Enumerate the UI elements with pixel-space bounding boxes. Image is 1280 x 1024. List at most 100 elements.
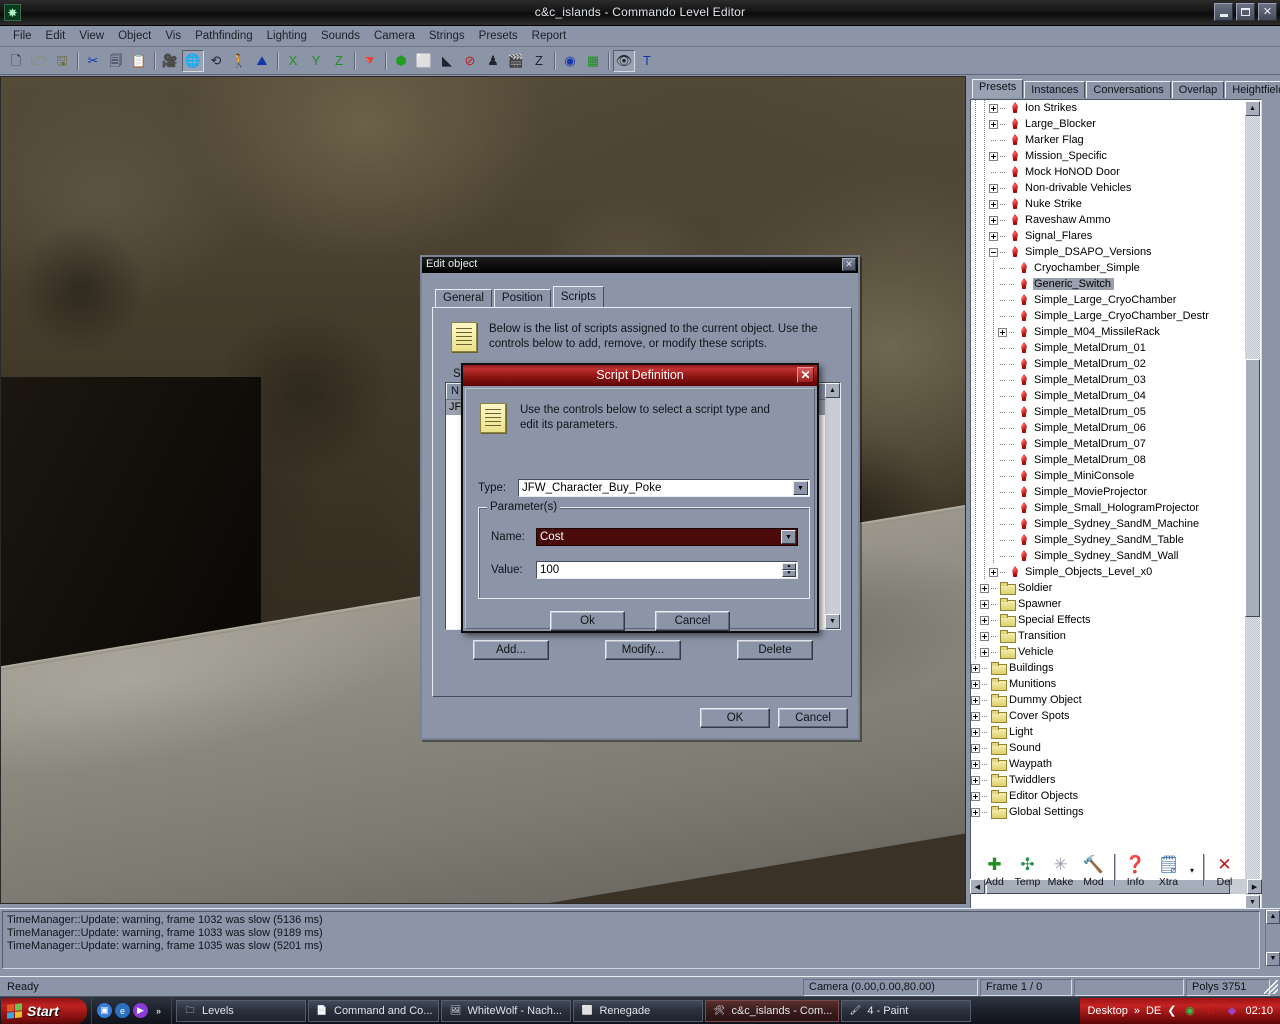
tree-item[interactable]: Dummy Object <box>971 692 1247 708</box>
tab-general[interactable]: General <box>435 289 492 307</box>
copy-icon[interactable]: 🗐 <box>105 50 127 72</box>
expand-icon[interactable] <box>971 664 980 673</box>
lighting-icon[interactable]: ♟ <box>482 50 504 72</box>
expand-icon[interactable] <box>971 696 980 705</box>
globe-icon[interactable]: 🌐 <box>182 50 204 72</box>
tree-item[interactable]: Simple_MovieProjector <box>971 484 1247 500</box>
expand-icon[interactable] <box>971 680 980 689</box>
tree-item[interactable]: Nuke Strike <box>971 196 1247 212</box>
param-value-input[interactable]: 100 ▲ ▼ <box>536 561 798 579</box>
tray-expand-icon[interactable]: ❮ <box>1167 1004 1176 1017</box>
presets-xtra-button[interactable]: 🗒Xtra <box>1152 852 1185 888</box>
axis-x-icon[interactable]: X <box>282 50 304 72</box>
zone-icon[interactable]: Z <box>528 50 550 72</box>
expand-icon[interactable] <box>989 104 998 113</box>
menu-item-camera[interactable]: Camera <box>367 28 422 44</box>
tree-item[interactable]: Twiddlers <box>971 772 1247 788</box>
tree-item[interactable]: Cover Spots <box>971 708 1247 724</box>
tree-item[interactable]: Mission_Specific <box>971 148 1247 164</box>
expand-icon[interactable] <box>971 744 980 753</box>
script-definition-close-button[interactable]: ✕ <box>797 367 814 383</box>
tree-item[interactable]: Transition <box>971 628 1247 644</box>
tree-item[interactable]: Global Settings <box>971 804 1247 820</box>
delete-script-button[interactable]: Delete <box>737 640 813 660</box>
tree-item[interactable]: Generic_Switch <box>971 276 1247 292</box>
tree-item[interactable]: Simple_MetalDrum_04 <box>971 388 1247 404</box>
tree-item[interactable]: Simple_Small_HologramProjector <box>971 500 1247 516</box>
tray-language-indicator[interactable]: DE <box>1146 1005 1161 1017</box>
tree-item[interactable]: Soldier <box>971 580 1247 596</box>
tray-clock[interactable]: 02:10 <box>1245 1005 1273 1017</box>
tree-item[interactable]: Simple_Large_CryoChamber <box>971 292 1247 308</box>
tab-heightfield[interactable]: Heightfield <box>1225 81 1280 98</box>
tree-item[interactable]: Sound <box>971 740 1247 756</box>
collision-icon[interactable]: ◉ <box>559 50 581 72</box>
menu-item-sounds[interactable]: Sounds <box>314 28 367 44</box>
close-button[interactable]: ✕ <box>1258 3 1277 21</box>
add-script-button[interactable]: Add... <box>473 640 549 660</box>
shadow-icon[interactable]: ◣ <box>436 50 458 72</box>
tree-item[interactable]: Editor Objects <box>971 788 1247 804</box>
menu-item-vis[interactable]: Vis <box>158 28 188 44</box>
menu-item-lighting[interactable]: Lighting <box>260 28 314 44</box>
expand-icon[interactable] <box>989 120 998 129</box>
presets-info-button[interactable]: ❓Info <box>1119 852 1152 888</box>
expand-icon[interactable] <box>989 568 998 577</box>
expand-icon[interactable] <box>971 728 980 737</box>
expand-icon[interactable] <box>980 616 989 625</box>
menu-item-presets[interactable]: Presets <box>472 28 525 44</box>
edit-object-close-button[interactable]: ✕ <box>842 258 856 271</box>
taskbar-item[interactable]: 📄Command and Co... <box>308 1000 439 1022</box>
tab-overlap[interactable]: Overlap <box>1172 81 1225 98</box>
edit-object-ok-button[interactable]: OK <box>700 708 770 728</box>
param-name-combobox[interactable]: Cost ▼ <box>536 528 798 546</box>
presets-make-button[interactable]: ✳Make <box>1044 852 1077 888</box>
paste-clipboard-icon[interactable]: 📋 <box>128 50 150 72</box>
expand-icon[interactable] <box>989 184 998 193</box>
presets-add-button[interactable]: ✚Add <box>978 852 1011 888</box>
script-definition-ok-button[interactable]: Ok <box>550 611 625 631</box>
tab-scripts[interactable]: Scripts <box>553 286 604 307</box>
tree-item[interactable]: Buildings <box>971 660 1247 676</box>
tree-item[interactable]: Raveshaw Ammo <box>971 212 1247 228</box>
tree-item[interactable]: Light <box>971 724 1247 740</box>
expand-icon[interactable] <box>989 152 998 161</box>
antivirus-shield-icon[interactable]: ◉ <box>1182 1003 1197 1018</box>
blocks-icon[interactable]: ▦ <box>582 50 604 72</box>
open-folder-icon[interactable]: 🗁 <box>28 50 50 72</box>
kaspersky-icon[interactable]: K <box>1203 1003 1218 1018</box>
cut-scissors-icon[interactable]: ✂ <box>82 50 104 72</box>
tab-conversations[interactable]: Conversations <box>1086 81 1170 98</box>
expand-icon[interactable] <box>971 760 980 769</box>
tree-item[interactable]: Large_Blocker <box>971 116 1247 132</box>
tree-item[interactable]: Simple_Objects_Level_x0 <box>971 564 1247 580</box>
chevron-down-icon[interactable]: ▼ <box>781 530 796 544</box>
stepper-up-button[interactable]: ▲ <box>782 563 796 570</box>
scroll-up-button[interactable]: ▲ <box>1245 101 1260 116</box>
output-scroll-down-button[interactable]: ▼ <box>1266 952 1280 966</box>
more-chevrons-icon[interactable]: » <box>151 1003 166 1018</box>
media-player-icon[interactable]: ▶ <box>133 1003 148 1018</box>
tree-item[interactable]: Simple_M04_MissileRack <box>971 324 1247 340</box>
tree-item[interactable]: Non-drivable Vehicles <box>971 180 1247 196</box>
tree-item[interactable]: Simple_Large_CryoChamber_Destr <box>971 308 1247 324</box>
tree-item[interactable]: Simple_MiniConsole <box>971 468 1247 484</box>
edit-object-cancel-button[interactable]: Cancel <box>778 708 848 728</box>
menu-item-strings[interactable]: Strings <box>422 28 472 44</box>
quantity-stepper[interactable]: ▲ ▼ <box>782 563 796 577</box>
expand-icon[interactable] <box>989 232 998 241</box>
scripts-scroll-up-button[interactable]: ▲ <box>825 383 840 398</box>
taskbar-item[interactable]: 🖌4 - Paint <box>841 1000 971 1022</box>
new-file-icon[interactable]: 🗋 <box>5 50 27 72</box>
save-disk-icon[interactable]: 🖫 <box>51 50 73 72</box>
presets-tree[interactable]: Ion StrikesLarge_BlockerMarker FlagMissi… <box>970 99 1262 911</box>
show-desktop-icon[interactable]: ▣ <box>97 1003 112 1018</box>
tree-item[interactable]: Simple_MetalDrum_05 <box>971 404 1247 420</box>
start-button[interactable]: Start <box>1 998 87 1024</box>
presets-mod-button[interactable]: 🔨Mod <box>1077 852 1110 888</box>
scripts-scroll-down-button[interactable]: ▼ <box>825 614 840 629</box>
expand-icon[interactable] <box>971 712 980 721</box>
tree-item[interactable]: Simple_Sydney_SandM_Wall <box>971 548 1247 564</box>
network-icon[interactable]: ◆ <box>1224 1003 1239 1018</box>
menu-item-object[interactable]: Object <box>111 28 158 44</box>
